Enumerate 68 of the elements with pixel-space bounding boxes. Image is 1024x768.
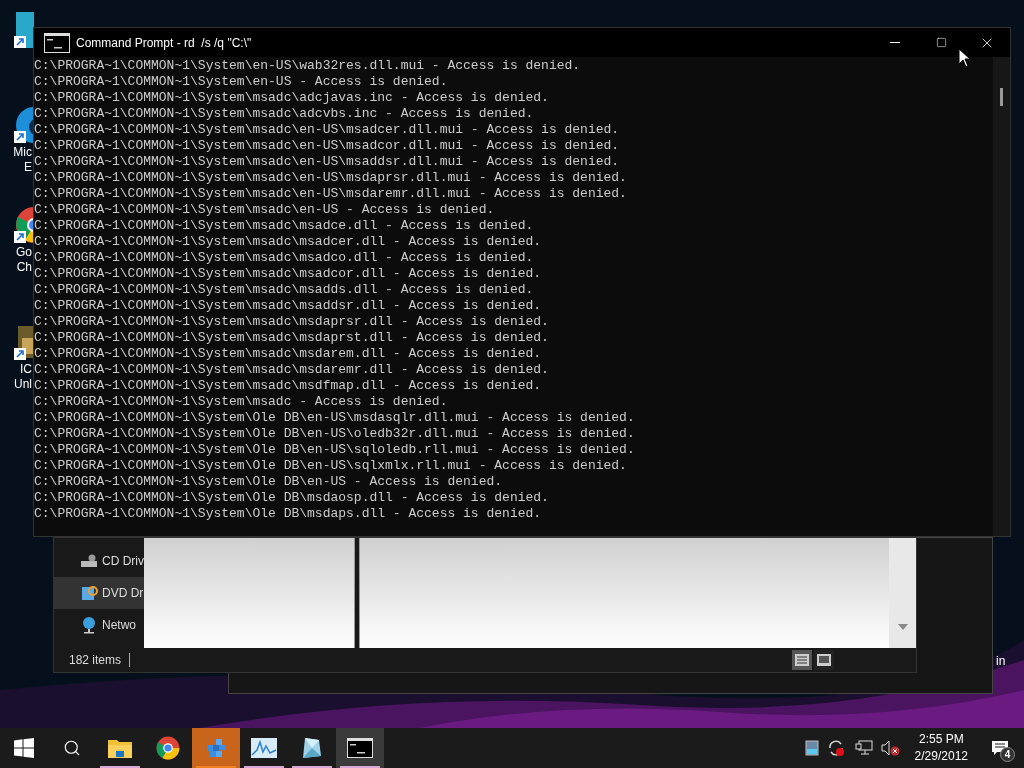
console-line: C:\PROGRA~1\COMMON~1\System\msadc\msadcer.dll - Access is denied.	[34, 234, 543, 250]
network-icon	[80, 616, 98, 634]
console-line: C:\PROGRA~1\COMMON~1\System\en-US\wab32res.dll.mui - Access is denied.	[34, 58, 582, 74]
disc-drive-icon	[80, 584, 98, 602]
desktop-icon-label: Mic	[13, 145, 33, 160]
nav-item[interactable]: CD Driv	[54, 545, 144, 577]
console-icon	[44, 32, 70, 53]
chrome-icon	[156, 736, 180, 760]
console-line: C:\PROGRA~1\COMMON~1\System\msadc\msadce.dll - Access is denied.	[34, 218, 535, 234]
console-line: C:\PROGRA~1\COMMON~1\System\Ole DB\en-US\sqlxmlx.rll.mui - Access is denied.	[34, 458, 628, 474]
taskbar-app-button[interactable]	[336, 728, 384, 768]
console-line: C:\PROGRA~1\COMMON~1\System\msadc\msdaprst.dll - Access is denied.	[34, 330, 550, 346]
console-line: C:\PROGRA~1\COMMON~1\System\msadc\en-US\msaddsr.dll.mui - Access is denied.	[34, 154, 621, 170]
console-line: C:\PROGRA~1\COMMON~1\System\msadc\msaddsr.dll - Access is denied.	[34, 298, 543, 314]
nav-item[interactable]: Netwo	[54, 609, 144, 641]
desktop-icon-label: in	[996, 653, 1006, 670]
desktop-icon-label: Go	[16, 245, 33, 260]
console-line: C:\PROGRA~1\COMMON~1\System\Ole DB\msdaosp.dll - Access is denied.	[34, 490, 550, 506]
console-line: C:\PROGRA~1\COMMON~1\System\msadc\en-US - Access is denied.	[34, 202, 496, 218]
sync-icon[interactable]	[826, 739, 847, 757]
console-line: C:\PROGRA~1\COMMON~1\System\msadc\adcvbs.inc - Access is denied.	[34, 106, 535, 122]
desktop-icon-label: Ch	[16, 260, 33, 275]
notifications-button[interactable]: 4	[982, 728, 1018, 768]
crystal-icon	[301, 736, 323, 760]
desktop-icon-label: E	[24, 160, 33, 175]
console-line: C:\PROGRA~1\COMMON~1\System\msadc - Access is denied.	[34, 394, 449, 410]
console-line: C:\PROGRA~1\COMMON~1\System\Ole DB\en-US\msdasqlr.dll.mui - Access is denied.	[34, 410, 636, 426]
console-icon	[347, 738, 373, 758]
desktop-icon-label: IC	[20, 362, 33, 377]
console-line: C:\PROGRA~1\COMMON~1\System\msadc\en-US\msdaprsr.dll.mui - Access is denied.	[34, 170, 628, 186]
scroll-down-arrow-icon[interactable]	[897, 624, 908, 630]
notification-count: 4	[1000, 747, 1015, 762]
console-line: C:\PROGRA~1\COMMON~1\System\Ole DB\en-US\oledb32r.dll.mui - Access is denied.	[34, 426, 636, 442]
search-icon	[63, 739, 81, 757]
desktop-app-icon	[14, 10, 34, 50]
desktop-icon-label: Unl	[14, 377, 33, 392]
console-line: C:\PROGRA~1\COMMON~1\System\msadc\msdaremr.dll - Access is denied.	[34, 362, 550, 378]
console-line: C:\PROGRA~1\COMMON~1\System\Ole DB\msdaps.dll - Access is denied.	[34, 506, 543, 522]
console-line: C:\PROGRA~1\COMMON~1\System\Ole DB\en-US\sqloledb.rll.mui - Access is denied.	[34, 442, 636, 458]
console-line: C:\PROGRA~1\COMMON~1\System\msadc\en-US\msadcer.dll.mui - Access is denied.	[34, 122, 621, 138]
window-title: Command Prompt - rd /s /q "C:\"	[76, 34, 252, 52]
windows-logo-icon	[14, 738, 34, 758]
console-line: C:\PROGRA~1\COMMON~1\System\msadc\msadco.dll - Access is denied.	[34, 250, 535, 266]
console-line: C:\PROGRA~1\COMMON~1\System\msadc\adcjavas.inc - Access is denied.	[34, 90, 550, 106]
console-line: C:\PROGRA~1\COMMON~1\System\msadc\en-US\msdaremr.dll.mui - Access is denied.	[34, 186, 628, 202]
network-icon[interactable]	[854, 740, 873, 756]
console-line: C:\PROGRA~1\COMMON~1\System\en-US - Access is denied.	[34, 74, 449, 90]
details-view-button[interactable]	[792, 650, 812, 670]
drive-icon	[80, 554, 98, 568]
nav-item[interactable]: DVD Dr	[54, 577, 144, 609]
muted-speaker-icon[interactable]	[880, 740, 901, 756]
console-line: C:\PROGRA~1\COMMON~1\System\msadc\en-US\msadcor.dll.mui - Access is denied.	[34, 138, 621, 154]
console-line: C:\PROGRA~1\COMMON~1\System\Ole DB\en-US - Access is denied.	[34, 474, 504, 490]
folder-icon	[107, 737, 133, 759]
console-line: C:\PROGRA~1\COMMON~1\System\msadc\msdfmap.dll - Access is denied.	[34, 378, 543, 394]
battery-meter-icon[interactable]	[804, 740, 819, 756]
console-line: C:\PROGRA~1\COMMON~1\System\msadc\msdarem.dll - Access is denied.	[34, 346, 543, 362]
graph-icon	[251, 738, 277, 758]
maximize-icon	[935, 37, 947, 48]
minimize-icon	[890, 42, 900, 43]
console-line: C:\PROGRA~1\COMMON~1\System\msadc\msadcor.dll - Access is denied.	[34, 266, 543, 282]
console-line: C:\PROGRA~1\COMMON~1\System\msadc\msdaprsr.dll - Access is denied.	[34, 314, 550, 330]
console-line: C:\PROGRA~1\COMMON~1\System\msadc\msadds.dll - Access is denied.	[34, 282, 535, 298]
tiles-view-button[interactable]	[814, 650, 834, 670]
status-text: 182 items	[69, 652, 122, 669]
cubes-icon	[204, 736, 228, 760]
scrollbar-thumb[interactable]	[1000, 88, 1003, 106]
clock[interactable]: 2:55 PM 2/29/2012	[908, 731, 974, 765]
